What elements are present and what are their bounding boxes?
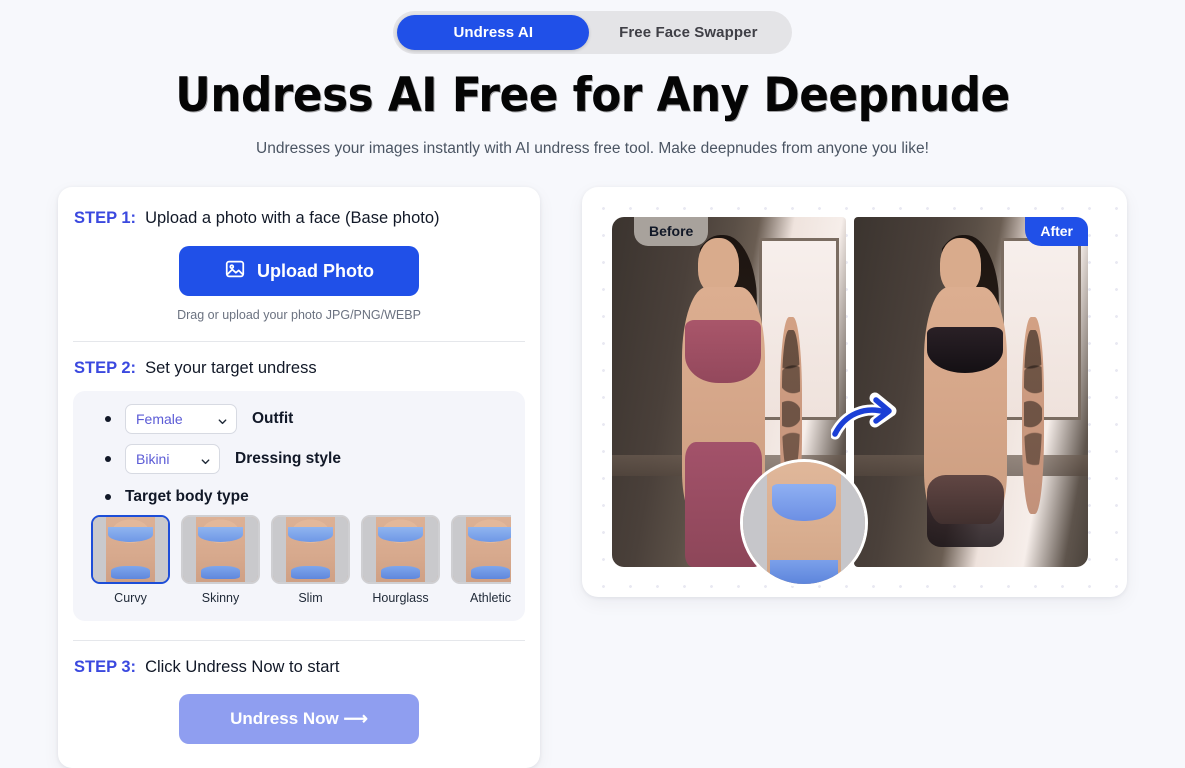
step-2-header: STEP 2: Set your target undress: [73, 359, 525, 378]
body-type-option-curvy[interactable]: Curvy: [91, 515, 170, 605]
sports-bra: [684, 320, 761, 383]
after-badge: After: [1025, 217, 1088, 246]
before-badge: Before: [634, 217, 709, 246]
step-3-text: Click Undress Now to start: [145, 658, 340, 676]
tattoo: [1024, 330, 1042, 475]
upload-photo-label: Upload Photo: [257, 260, 374, 281]
body-type-option-hourglass[interactable]: Hourglass: [361, 515, 440, 605]
after-figure: [905, 234, 1045, 567]
divider-2: [73, 640, 525, 641]
torso-illustration: [363, 517, 438, 582]
dressing-style-row: Bikini Dressing style: [87, 444, 511, 474]
target-body-type-row: Target body type: [87, 488, 511, 506]
body-type-thumb[interactable]: [271, 515, 350, 584]
outfit-row: Female Outfit: [87, 404, 511, 434]
upload-hint: Drag or upload your photo JPG/PNG/WEBP: [177, 308, 421, 322]
tab-free-face-swapper[interactable]: Free Face Swapper: [589, 15, 787, 50]
step-1-tag: STEP 1:: [74, 209, 137, 227]
preview-panel: Before After: [582, 187, 1127, 597]
dressing-style-select-value: Bikini: [136, 451, 170, 467]
upload-photo-button[interactable]: Upload Photo: [179, 246, 419, 296]
zoom-inset-circle: [740, 459, 868, 587]
body-type-label: Athletic: [470, 591, 511, 605]
tattoo: [782, 330, 800, 475]
outfit-label: Outfit: [252, 410, 294, 427]
tab-bar: Undress AI Free Face Swapper: [0, 0, 1185, 54]
head: [698, 238, 740, 294]
step-3-header: STEP 3: Click Undress Now to start: [73, 658, 525, 677]
body-type-thumb[interactable]: [91, 515, 170, 584]
step-1-header: STEP 1: Upload a photo with a face (Base…: [73, 209, 525, 228]
torso-illustration: [453, 517, 511, 582]
inset-bra: [772, 483, 836, 521]
body-type-thumb[interactable]: [361, 515, 440, 584]
chevron-down-icon: [217, 414, 228, 425]
undress-now-button[interactable]: Undress Now ⟶: [179, 694, 419, 744]
bullet-icon: [105, 416, 111, 422]
body-type-options: Curvy Skinny Slim Hourglass Athletic: [87, 515, 511, 605]
bullet-icon: [105, 494, 111, 500]
body-type-thumb[interactable]: [451, 515, 511, 584]
inset-torso-illustration: [743, 462, 865, 584]
main-content: STEP 1: Upload a photo with a face (Base…: [0, 158, 1185, 768]
step-3-tag: STEP 3:: [74, 658, 137, 676]
lingerie-bra: [926, 326, 1003, 373]
step-1-text: Upload a photo with a face (Base photo): [145, 209, 440, 227]
chevron-down-icon: [200, 454, 211, 465]
tab-undress-ai[interactable]: Undress AI: [397, 15, 590, 50]
bullet-icon: [105, 456, 111, 462]
body-type-thumb[interactable]: [181, 515, 260, 584]
options-panel: Female Outfit Bikini Dressing style Targ…: [73, 391, 525, 621]
body-type-option-athletic[interactable]: Athletic: [451, 515, 511, 605]
body-type-label: Slim: [298, 591, 323, 605]
head: [940, 238, 982, 294]
torso-illustration: [93, 517, 168, 582]
dressing-style-label: Dressing style: [235, 450, 341, 467]
body-type-label: Hourglass: [372, 591, 429, 605]
upload-area: Upload Photo Drag or upload your photo J…: [73, 246, 525, 322]
body-type-label: Curvy: [114, 591, 147, 605]
outfit-select[interactable]: Female: [125, 404, 237, 434]
page-subtitle: Undresses your images instantly with AI …: [256, 140, 929, 157]
page-title: Undress AI Free for Any Deepnude: [175, 68, 1010, 123]
step-2-text: Set your target undress: [145, 359, 317, 377]
divider-1: [73, 341, 525, 342]
outfit-select-value: Female: [136, 411, 183, 427]
body-type-option-skinny[interactable]: Skinny: [181, 515, 260, 605]
inset-brief: [769, 559, 839, 584]
undress-area: Undress Now ⟶: [73, 694, 525, 744]
steps-card: STEP 1: Upload a photo with a face (Base…: [58, 187, 540, 768]
target-body-type-label: Target body type: [125, 488, 249, 505]
step-2-tag: STEP 2:: [74, 359, 137, 377]
image-icon: [224, 258, 246, 285]
after-photo: After: [854, 217, 1088, 567]
dressing-style-select[interactable]: Bikini: [125, 444, 220, 474]
torso-illustration: [273, 517, 348, 582]
tab-group: Undress AI Free Face Swapper: [393, 11, 792, 54]
body-type-option-slim[interactable]: Slim: [271, 515, 350, 605]
body-type-label: Skinny: [201, 591, 240, 605]
lingerie-brief: [926, 474, 1005, 548]
torso-illustration: [183, 517, 258, 582]
